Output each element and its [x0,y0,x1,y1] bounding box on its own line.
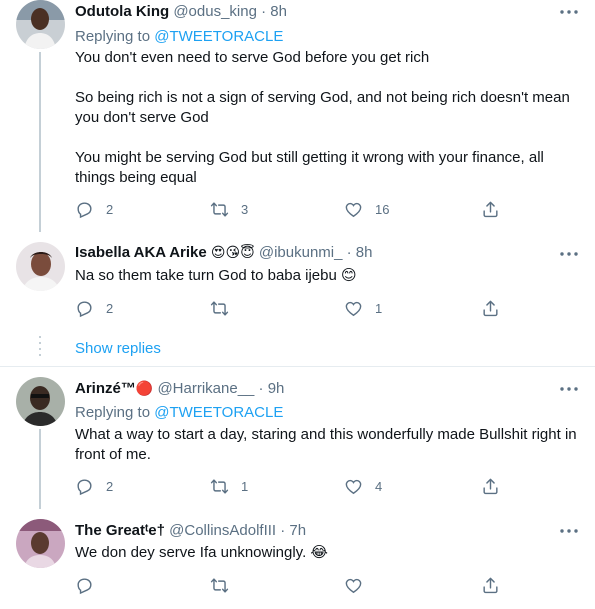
author-handle[interactable]: @ibukunmi_ · 8h [259,244,373,261]
more-icon[interactable] [559,248,579,260]
tweet-header: Odutola King @odus_king · 8h [75,3,287,21]
retweet-icon [210,200,229,219]
avatar[interactable] [16,242,65,291]
like-icon [344,576,363,595]
reply-icon [75,477,94,496]
like-icon [344,299,363,318]
reply-button[interactable] [75,575,94,595]
author-name[interactable]: Isabella AKA Arike [75,244,207,261]
avatar[interactable] [16,519,65,568]
share-icon [481,576,500,595]
like-icon [344,477,363,496]
reply-button[interactable]: 2 [75,199,113,219]
show-replies-link[interactable]: Show replies [75,340,161,357]
thread-line [39,52,41,232]
tweet-header: The Greatᵗe† @CollinsAdolfIII · 7h [75,522,306,540]
reply-button[interactable]: 2 [75,476,113,496]
retweet-count: 3 [241,201,249,217]
replying-to: Replying to @TWEETORACLE [75,404,284,421]
thread-dots [39,336,41,356]
tweet-header: Arinzé™🔴 @Harrikane__ · 9h [75,380,284,398]
author-name[interactable]: Odutola King [75,3,169,20]
tweet-odutola-king[interactable]: Odutola King @odus_king · 8h Replying to… [0,0,595,232]
reply-icon [75,576,94,595]
share-icon [481,477,500,496]
author-handle[interactable]: @CollinsAdolfIII · 7h [169,522,306,539]
more-icon[interactable] [559,383,579,395]
retweet-icon [210,576,229,595]
like-icon [344,200,363,219]
share-button[interactable] [481,575,500,595]
author-name[interactable]: The Greatᵗe† [75,522,165,539]
retweet-count: 1 [241,478,249,494]
tweet-isabella[interactable]: Isabella AKA Arike 😍😘😇 @ibukunmi_ · 8h N… [0,232,595,366]
name-emoji: 😍😘😇 [210,245,255,261]
retweet-button[interactable]: 3 [210,199,248,219]
tweet-the-greatest[interactable]: The Greatᵗe† @CollinsAdolfIII · 7h We do… [0,509,595,609]
share-button[interactable] [481,298,500,318]
reply-button[interactable]: 2 [75,298,113,318]
author-name[interactable]: Arinzé™ [75,380,136,397]
tweet-text: What a way to start a day, staring and t… [75,426,577,463]
name-emoji: 🔴 [135,381,154,397]
replying-to: Replying to @TWEETORACLE [75,28,284,45]
retweet-icon [210,477,229,496]
like-button[interactable] [344,575,363,595]
reply-count: 2 [106,201,114,217]
avatar[interactable] [16,0,65,49]
share-button[interactable] [481,476,500,496]
like-button[interactable]: 1 [344,298,382,318]
thread-line [39,429,41,509]
reply-icon [75,200,94,219]
reply-icon [75,299,94,318]
share-icon [481,200,500,219]
tweet-header: Isabella AKA Arike 😍😘😇 @ibukunmi_ · 8h [75,244,372,262]
like-button[interactable]: 16 [344,199,389,219]
like-count: 4 [375,478,383,494]
tweet-text: Na so them take turn God to baba ijebu 😊 [75,267,357,284]
like-count: 1 [375,300,383,316]
retweet-button[interactable] [210,298,229,318]
retweet-icon [210,299,229,318]
tweet-actions: 2 1 [75,298,515,318]
tweet-actions: 2 1 4 [75,476,515,496]
tweet-text: We don dey serve Ifa unknowingly. 😂 [75,544,328,561]
like-button[interactable]: 4 [344,476,382,496]
tweet-text: You don't even need to serve God before … [75,49,570,186]
like-count: 16 [375,201,390,217]
mention-link[interactable]: @TWEETORACLE [154,28,283,45]
tweet-actions: 2 3 16 [75,199,515,219]
avatar[interactable] [16,377,65,426]
share-button[interactable] [481,199,500,219]
more-icon[interactable] [559,6,579,18]
retweet-button[interactable]: 1 [210,476,248,496]
tweet-arinze[interactable]: Arinzé™🔴 @Harrikane__ · 9h Replying to @… [0,367,595,509]
share-icon [481,299,500,318]
author-handle[interactable]: @Harrikane__ · 9h [157,380,284,397]
retweet-button[interactable] [210,575,229,595]
mention-link[interactable]: @TWEETORACLE [154,404,283,421]
reply-count: 2 [106,300,114,316]
reply-count: 2 [106,478,114,494]
tweet-actions [75,575,515,595]
more-icon[interactable] [559,525,579,537]
author-handle[interactable]: @odus_king · 8h [173,3,287,20]
